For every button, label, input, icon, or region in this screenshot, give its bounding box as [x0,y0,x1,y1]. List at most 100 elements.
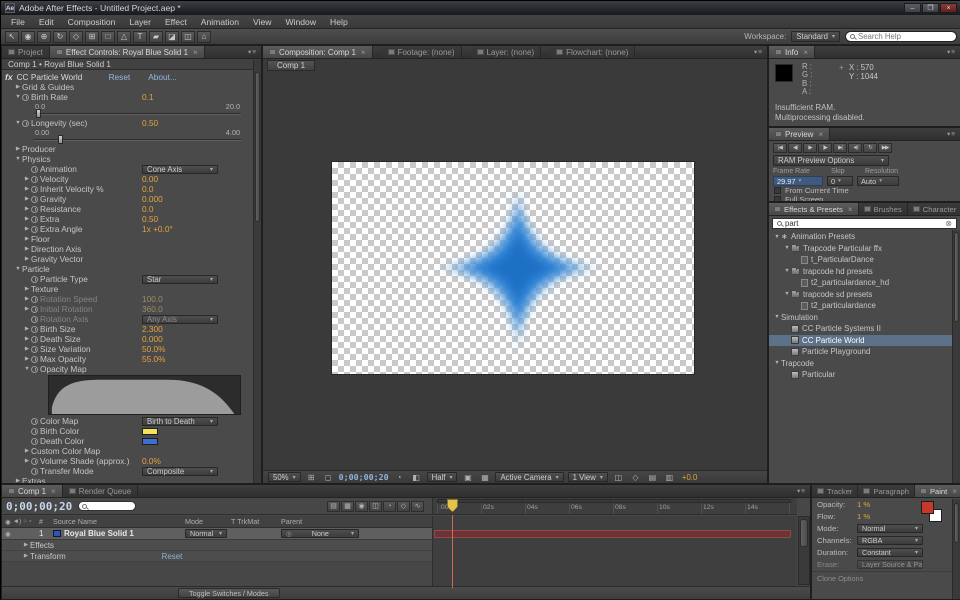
tree-item-trapcode-sd-presets[interactable]: ▼trapcode sd presets [769,289,952,301]
layer-color-chip[interactable] [53,530,61,537]
stopwatch-icon[interactable] [22,94,29,101]
toggle-switches-button[interactable]: Toggle Switches / Modes [178,588,280,598]
viewer-current-time[interactable]: 0;00;00;20 [339,472,389,482]
work-area-bar[interactable] [437,499,791,503]
field-value-frame-rate[interactable]: 29.97 [773,176,823,186]
timeline-search-input[interactable] [89,503,131,510]
checkbox-icon[interactable] [774,187,781,194]
param-value[interactable]: 50.0% [142,344,166,354]
title-bar[interactable]: Ae Adobe After Effects - Untitled Projec… [1,1,960,15]
param-value[interactable]: 0.000 [142,334,163,344]
paint-dropdown[interactable]: Constant [857,548,923,557]
twirl-arrow-icon[interactable]: ▶ [23,236,31,242]
color-swatch[interactable] [142,428,158,435]
show-channel-icon[interactable]: ◧ [410,473,423,482]
param-dropdown[interactable]: Birth to Death [142,417,218,426]
stopwatch-icon[interactable] [31,458,38,465]
effects-presets-scrollbar[interactable] [952,230,960,483]
param-value[interactable]: 0.0 [142,204,154,214]
timeline-layer-row[interactable]: ◉1Royal Blue Solid 1NormalNone [2,528,432,540]
twirl-arrow-icon[interactable]: ▶ [23,458,31,464]
effect-controls-scrollbar[interactable] [253,60,261,483]
twirl-arrow-icon[interactable]: ▼ [14,156,22,162]
stopwatch-icon[interactable] [31,468,38,475]
param-value[interactable]: 0.1 [142,92,154,102]
composition-viewport[interactable] [332,162,694,374]
twirl-arrow-icon[interactable]: ▶ [23,296,31,302]
effect-item-particle-playground[interactable]: Particle Playground [769,346,952,358]
eye-icon[interactable]: ◉ [5,530,11,538]
tree-item-trapcode-particular-ffx[interactable]: ▼Trapcode Particular ffx [769,243,952,255]
field-value-resolution[interactable]: Auto [857,176,899,186]
tab-project[interactable]: Project [2,46,50,58]
param-value[interactable]: 0.50 [142,118,158,128]
field-value-skip[interactable]: 0 [827,176,853,186]
close-button[interactable]: × [940,3,957,13]
param-value[interactable]: 360.0 [142,304,163,314]
flowchart-button-icon[interactable]: ▥ [663,473,676,482]
twirl-arrow-icon[interactable]: ▼ [783,268,791,274]
about-button[interactable]: About... [148,72,177,82]
stopwatch-icon[interactable] [31,428,38,435]
stopwatch-icon[interactable] [22,120,29,127]
tab-close-icon[interactable] [49,487,56,496]
twirl-arrow-icon[interactable]: ▶ [23,256,31,262]
stopwatch-icon[interactable] [31,206,38,213]
column-header-t-trkmat[interactable]: T TrkMat [228,517,278,526]
last-frame-button[interactable]: ▶| [833,143,847,153]
column-header-[interactable]: # [36,517,50,526]
twirl-arrow-icon[interactable]: ▶ [23,246,31,252]
paint-dropdown[interactable]: Normal [857,524,923,533]
twirl-arrow-icon[interactable]: ▶ [23,356,31,362]
zoom-tool[interactable]: ⊕ [37,31,51,43]
param-value[interactable]: 2.300 [142,324,163,334]
grid-guides-icon[interactable]: ⊞ [305,473,318,482]
mask-shape-tool[interactable]: □ [101,31,115,43]
rotation-tool[interactable]: ↻ [53,31,67,43]
ram-preview-options-select[interactable]: RAM Preview Options [773,155,889,166]
effect-item-particular[interactable]: Particular [769,369,952,381]
graph-editor-icon[interactable]: ∿ [411,501,424,512]
tab-paint[interactable]: Paint [915,485,960,497]
hide-shy-icon[interactable]: ◉ [355,501,368,512]
selection-tool[interactable]: ↖ [5,31,19,43]
twirl-arrow-icon[interactable]: ▶ [23,186,31,192]
twirl-arrow-icon[interactable]: ▶ [23,216,31,222]
timeline-prop-effects[interactable]: ▶Effects [2,540,432,551]
effects-search-box[interactable]: ⊗ [772,218,957,229]
menu-animation[interactable]: Animation [194,17,246,27]
paint-dropdown[interactable]: RGBA [857,536,923,545]
tab-flowchart-none[interactable]: Flowchart: (none) [550,46,635,58]
transparency-grid-icon[interactable]: ▦ [478,473,491,482]
tab-effects-presets[interactable]: Effects & Presets [769,203,859,215]
panel-menu-icon[interactable] [750,46,767,58]
param-dropdown[interactable]: Any Axis [142,315,218,324]
brainstorm-icon[interactable]: ◇ [397,501,410,512]
timeline-search-box[interactable] [78,501,136,511]
twirl-arrow-icon[interactable]: ▶ [22,553,30,559]
menu-file[interactable]: File [4,17,32,27]
twirl-arrow-icon[interactable]: ▶ [23,176,31,182]
fast-preview-icon[interactable]: ◇ [629,473,642,482]
panel-menu-icon[interactable] [943,128,960,140]
tree-item-t-particulardance[interactable]: t_ParticularDance [769,254,952,266]
layer-name[interactable]: Royal Blue Solid 1 [50,529,182,538]
loop-button[interactable]: ↻ [863,143,877,153]
tab-close-icon[interactable] [950,487,957,496]
tab-paragraph[interactable]: Paragraph [858,485,914,497]
tab-tracker[interactable]: Tracker [812,485,858,497]
tab-comp-1[interactable]: Comp 1 [2,485,63,497]
effect-item-cc-particle-systems-ii[interactable]: CC Particle Systems II [769,323,952,335]
reset-button[interactable]: Reset [109,72,131,82]
composition-mini-flowchart-icon[interactable]: ▤ [327,501,340,512]
twirl-arrow-icon[interactable]: ▶ [23,346,31,352]
tree-item-animation-presets[interactable]: ▼∗Animation Presets [769,231,952,243]
param-value[interactable]: 0.0% [142,456,161,466]
tree-item-simulation[interactable]: ▼Simulation [769,312,952,324]
twirl-arrow-icon[interactable]: ▶ [14,146,22,152]
viewer-comp-tab[interactable]: Comp 1 [267,60,315,71]
paint-scrollbar[interactable] [952,499,960,599]
tab-close-icon[interactable] [816,130,823,139]
hand-tool[interactable]: ◉ [21,31,35,43]
tab-character[interactable]: Character [908,203,960,215]
